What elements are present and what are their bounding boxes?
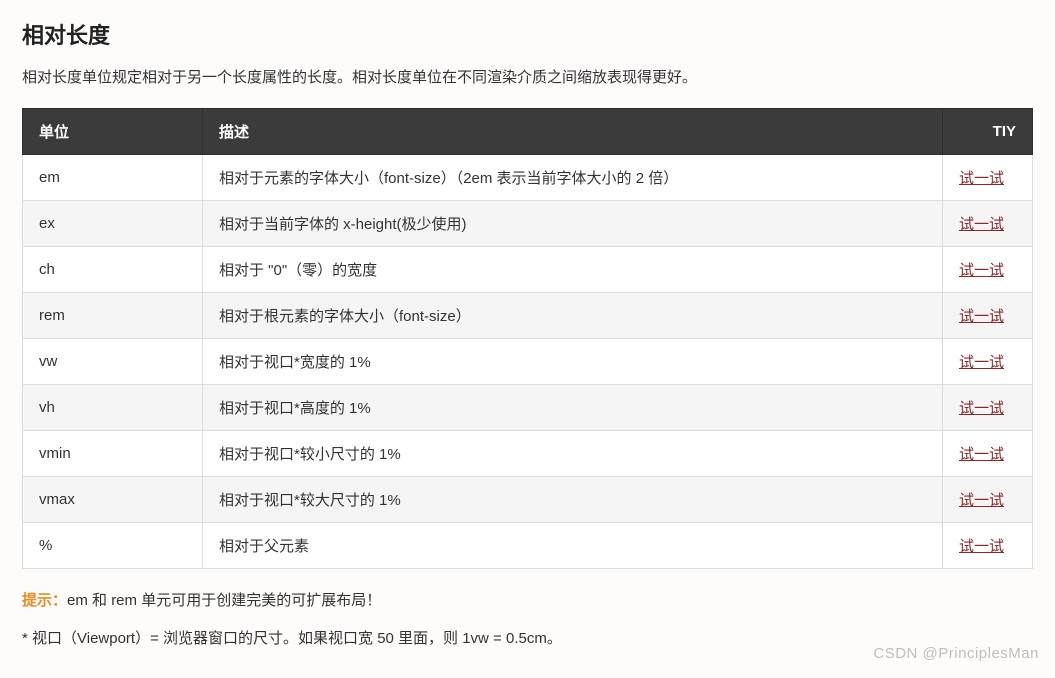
try-it-link[interactable]: 试一试 [959, 400, 1004, 417]
unit-cell: em [23, 155, 203, 201]
col-header-desc: 描述 [203, 109, 943, 155]
units-table: 单位 描述 TIY em相对于元素的字体大小（font-size）（2em 表示… [22, 108, 1033, 569]
try-it-link[interactable]: 试一试 [959, 308, 1004, 325]
tiy-cell: 试一试 [943, 523, 1033, 569]
col-header-unit: 单位 [23, 109, 203, 155]
section-heading: 相对长度 [22, 18, 1033, 50]
desc-cell: 相对于当前字体的 x-height(极少使用) [203, 201, 943, 247]
desc-cell: 相对于视口*较大尺寸的 1% [203, 477, 943, 523]
try-it-link[interactable]: 试一试 [959, 446, 1004, 463]
tip-text: em 和 rem 单元可用于创建完美的可扩展布局！ [67, 592, 381, 609]
tiy-cell: 试一试 [943, 247, 1033, 293]
col-header-tiy: TIY [943, 109, 1033, 155]
tiy-cell: 试一试 [943, 477, 1033, 523]
desc-cell: 相对于根元素的字体大小（font-size） [203, 293, 943, 339]
tip-label: 提示： [22, 592, 67, 609]
tiy-cell: 试一试 [943, 155, 1033, 201]
try-it-link[interactable]: 试一试 [959, 216, 1004, 233]
try-it-link[interactable]: 试一试 [959, 262, 1004, 279]
table-row: vmin相对于视口*较小尺寸的 1% 试一试 [23, 431, 1033, 477]
unit-cell: ch [23, 247, 203, 293]
desc-cell: 相对于视口*较小尺寸的 1% [203, 431, 943, 477]
try-it-link[interactable]: 试一试 [959, 354, 1004, 371]
tiy-cell: 试一试 [943, 385, 1033, 431]
table-row: ex相对于当前字体的 x-height(极少使用) 试一试 [23, 201, 1033, 247]
try-it-link[interactable]: 试一试 [959, 170, 1004, 187]
unit-cell: rem [23, 293, 203, 339]
tip-paragraph: 提示：em 和 rem 单元可用于创建完美的可扩展布局！ [22, 589, 1033, 613]
desc-cell: 相对于视口*高度的 1% [203, 385, 943, 431]
desc-cell: 相对于父元素 [203, 523, 943, 569]
tiy-cell: 试一试 [943, 201, 1033, 247]
unit-cell: vmin [23, 431, 203, 477]
table-row: ch相对于 "0"（零）的宽度试一试 [23, 247, 1033, 293]
unit-cell: vw [23, 339, 203, 385]
try-it-link[interactable]: 试一试 [959, 538, 1004, 555]
tiy-cell: 试一试 [943, 339, 1033, 385]
tiy-cell: 试一试 [943, 293, 1033, 339]
table-row: vh相对于视口*高度的 1% 试一试 [23, 385, 1033, 431]
table-row: em相对于元素的字体大小（font-size）（2em 表示当前字体大小的 2 … [23, 155, 1033, 201]
table-row: vmax相对于视口*较大尺寸的 1% 试一试 [23, 477, 1033, 523]
desc-cell: 相对于视口*宽度的 1% [203, 339, 943, 385]
unit-cell: % [23, 523, 203, 569]
footnote: * 视口（Viewport）= 浏览器窗口的尺寸。如果视口宽 50 里面，则 1… [22, 627, 1033, 651]
table-row: %相对于父元素试一试 [23, 523, 1033, 569]
table-row: rem相对于根元素的字体大小（font-size） 试一试 [23, 293, 1033, 339]
try-it-link[interactable]: 试一试 [959, 492, 1004, 509]
unit-cell: vmax [23, 477, 203, 523]
intro-paragraph: 相对长度单位规定相对于另一个长度属性的长度。相对长度单位在不同渲染介质之间缩放表… [22, 66, 1033, 90]
table-row: vw相对于视口*宽度的 1% 试一试 [23, 339, 1033, 385]
unit-cell: ex [23, 201, 203, 247]
desc-cell: 相对于 "0"（零）的宽度 [203, 247, 943, 293]
desc-cell: 相对于元素的字体大小（font-size）（2em 表示当前字体大小的 2 倍） [203, 155, 943, 201]
unit-cell: vh [23, 385, 203, 431]
tiy-cell: 试一试 [943, 431, 1033, 477]
